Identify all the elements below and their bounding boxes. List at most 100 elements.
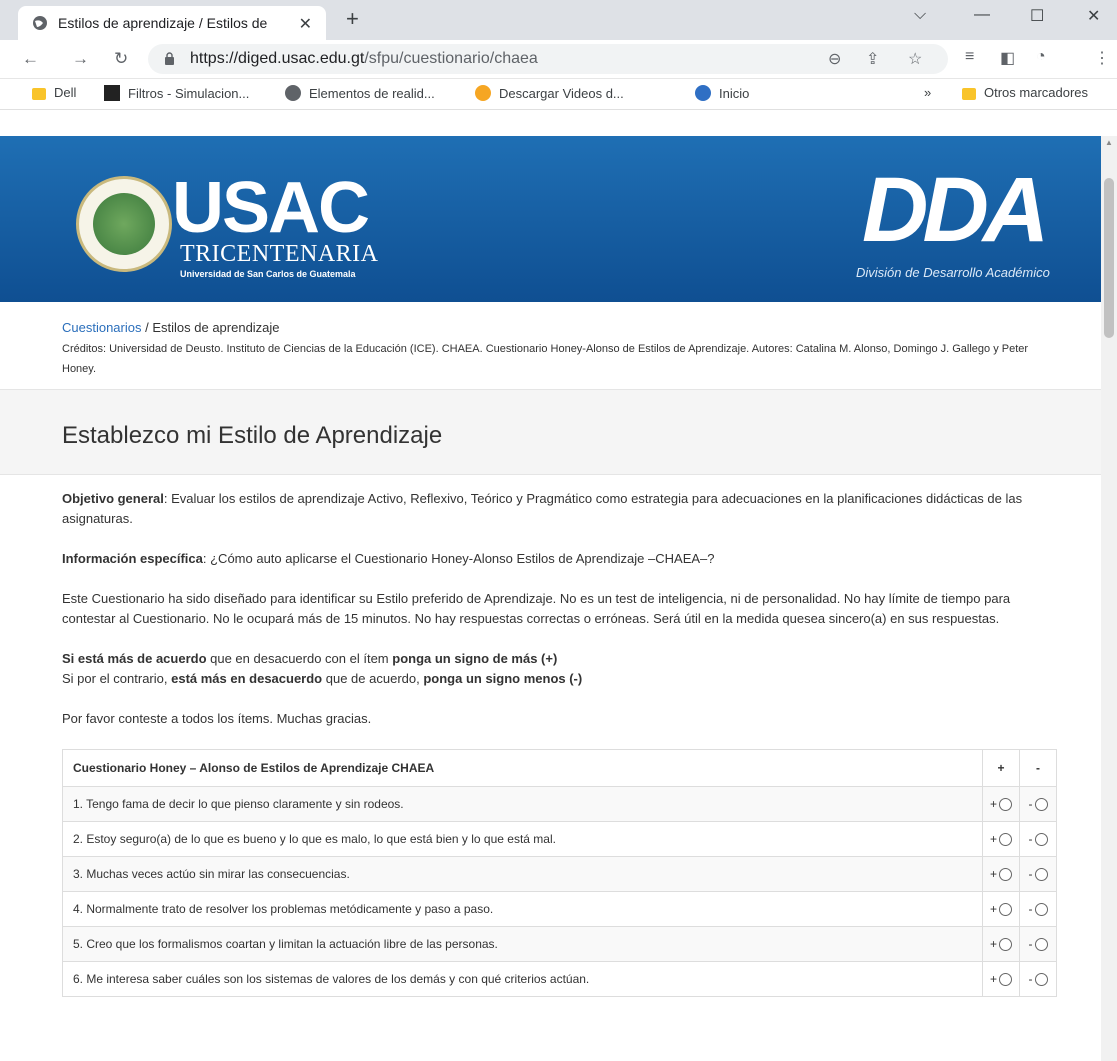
page-title: Establezco mi Estilo de Aprendizaje: [62, 422, 443, 449]
plus-radio[interactable]: [999, 798, 1012, 812]
table-header-minus: -: [1019, 749, 1057, 787]
browser-chrome: Estilos de aprendizaje / Estilos de ✕ + …: [0, 0, 1117, 110]
table-header-row: Cuestionario Honey – Alonso de Estilos d…: [62, 749, 1057, 787]
minus-label: -: [1028, 972, 1033, 986]
bookmark-inicio[interactable]: Inicio: [695, 85, 749, 101]
tricentenaria-text: TRICENTENARIA: [180, 241, 379, 267]
questionnaire-body: 1. Tengo fama de decir lo que pienso cla…: [62, 786, 1057, 997]
breadcrumb: Cuestionarios / Estilos de aprendizaje: [0, 302, 1101, 335]
lock-icon[interactable]: [164, 52, 175, 70]
minus-option[interactable]: -: [1019, 856, 1057, 892]
minus-option[interactable]: -: [1019, 961, 1057, 997]
question-text: 5. Creo que los formalismos coartan y li…: [62, 926, 983, 962]
minus-option[interactable]: -: [1019, 926, 1057, 962]
breadcrumb-cuestionarios-link[interactable]: Cuestionarios: [62, 320, 142, 335]
dda-subtitle: División de Desarrollo Académico: [856, 265, 1050, 280]
breadcrumb-current: Estilos de aprendizaje: [152, 320, 280, 335]
seal-emblem: [93, 193, 155, 255]
address-bar[interactable]: https://diged.usac.edu.gt/sfpu/cuestiona…: [148, 44, 948, 74]
table-row: 2. Estoy seguro(a) de lo que es bueno y …: [62, 821, 1057, 857]
plus-radio[interactable]: [999, 903, 1012, 917]
page-scrollbar[interactable]: ▲: [1101, 136, 1117, 1061]
close-window-icon[interactable]: ✕: [1087, 6, 1100, 26]
rule2-a: Si por el contrario,: [62, 671, 172, 686]
bookmark-label: Elementos de realid...: [309, 85, 435, 101]
minus-radio[interactable]: [1034, 868, 1048, 882]
scroll-up-icon[interactable]: ▲: [1105, 138, 1113, 147]
bookmark-dell[interactable]: Dell: [32, 85, 76, 100]
question-text: 6. Me interesa saber cuáles son los sist…: [62, 961, 983, 997]
rule2-c: que de acuerdo,: [322, 671, 424, 686]
bookmark-filtros[interactable]: Filtros - Simulacion...: [104, 85, 249, 101]
usac-logo-text: USAC: [172, 168, 370, 248]
minus-radio[interactable]: [1034, 833, 1048, 847]
minus-radio[interactable]: [1034, 798, 1048, 812]
rule1-c: ponga un signo de más (+): [392, 651, 558, 666]
scrollbar-thumb[interactable]: [1104, 178, 1114, 338]
minimize-icon[interactable]: —: [974, 6, 990, 24]
minus-radio[interactable]: [1034, 938, 1048, 952]
plus-option[interactable]: +: [982, 961, 1020, 997]
plus-radio[interactable]: [999, 833, 1012, 847]
active-tab[interactable]: Estilos de aprendizaje / Estilos de ✕: [18, 6, 326, 40]
minus-label: -: [1028, 902, 1033, 916]
bookmark-label: Filtros - Simulacion...: [128, 85, 250, 101]
new-tab-icon[interactable]: +: [346, 8, 359, 30]
table-row: 4. Normalmente trato de resolver los pro…: [62, 891, 1057, 927]
table-header-title: Cuestionario Honey – Alonso de Estilos d…: [62, 749, 983, 787]
reading-list-icon[interactable]: ≡: [965, 48, 974, 66]
minus-option[interactable]: -: [1019, 821, 1057, 857]
plus-option[interactable]: +: [982, 856, 1020, 892]
table-row: 3. Muchas veces actúo sin mirar las cons…: [62, 856, 1057, 892]
bookmark-descargar[interactable]: Descargar Videos d...: [475, 85, 624, 101]
plus-radio[interactable]: [999, 973, 1012, 987]
credits-text: Créditos: Universidad de Deusto. Institu…: [62, 343, 1029, 375]
bookmark-label: Dell: [54, 85, 77, 100]
extension-icon[interactable]: ◔: [1036, 48, 1046, 66]
minus-radio[interactable]: [1034, 973, 1048, 987]
bookmark-label: Inicio: [719, 85, 750, 101]
share-icon[interactable]: ⇪: [866, 49, 879, 69]
plus-option[interactable]: +: [982, 891, 1020, 927]
site-banner: USAC TRICENTENARIA Universidad de San Ca…: [0, 136, 1101, 302]
breadcrumb-separator: /: [141, 320, 153, 335]
dda-logo-text: DDA: [862, 159, 1049, 261]
plus-label: +: [989, 972, 997, 986]
rule2-d: ponga un signo menos (-): [423, 671, 583, 686]
bookmark-otros-marcadores[interactable]: Otros marcadores: [962, 85, 1088, 100]
reload-icon[interactable]: ↻: [114, 49, 128, 69]
menu-icon[interactable]: ⋮: [1094, 48, 1110, 68]
objetivo-label: Objetivo general: [62, 491, 164, 506]
plus-label: +: [989, 902, 997, 916]
rule1-b: que en desacuerdo con el ítem: [206, 651, 393, 666]
rules-paragraph: Si está más de acuerdo que en desacuerdo…: [62, 649, 1039, 689]
bookmark-star-icon[interactable]: ☆: [908, 49, 922, 69]
minus-option[interactable]: -: [1019, 891, 1057, 927]
tab-search-chevron-icon[interactable]: ⌵: [914, 6, 926, 24]
tab-strip: Estilos de aprendizaje / Estilos de ✕ + …: [0, 0, 1117, 40]
bookmark-label: Otros marcadores: [984, 85, 1089, 100]
thanks-paragraph: Por favor conteste a todos los ítems. Mu…: [62, 711, 372, 726]
zoom-icon[interactable]: ⊖: [828, 49, 841, 69]
tab-close-icon[interactable]: ✕: [299, 14, 312, 34]
minus-label: -: [1028, 797, 1033, 811]
forward-icon[interactable]: →: [72, 49, 89, 69]
questionnaire-table: Cuestionario Honey – Alonso de Estilos d…: [62, 749, 1057, 997]
plus-option[interactable]: +: [982, 926, 1020, 962]
objetivo-paragraph: Objetivo general: Evaluar los estilos de…: [62, 489, 1039, 529]
url-text: https://diged.usac.edu.gt/sfpu/cuestiona…: [190, 50, 538, 68]
minus-label: -: [1028, 832, 1033, 846]
folder-icon: [962, 87, 976, 100]
side-panel-icon[interactable]: ◧: [1000, 48, 1015, 68]
maximize-icon[interactable]: ☐: [1030, 6, 1044, 26]
minus-radio[interactable]: [1034, 903, 1048, 917]
plus-radio[interactable]: [999, 868, 1012, 882]
globe-icon: [32, 15, 48, 31]
minus-option[interactable]: -: [1019, 786, 1057, 822]
back-icon[interactable]: ←: [22, 49, 39, 69]
plus-option[interactable]: +: [982, 786, 1020, 822]
bookmark-elementos[interactable]: Elementos de realid...: [285, 85, 435, 101]
bookmarks-overflow-button[interactable]: »: [924, 85, 931, 100]
plus-radio[interactable]: [999, 938, 1012, 952]
plus-option[interactable]: +: [982, 821, 1020, 857]
